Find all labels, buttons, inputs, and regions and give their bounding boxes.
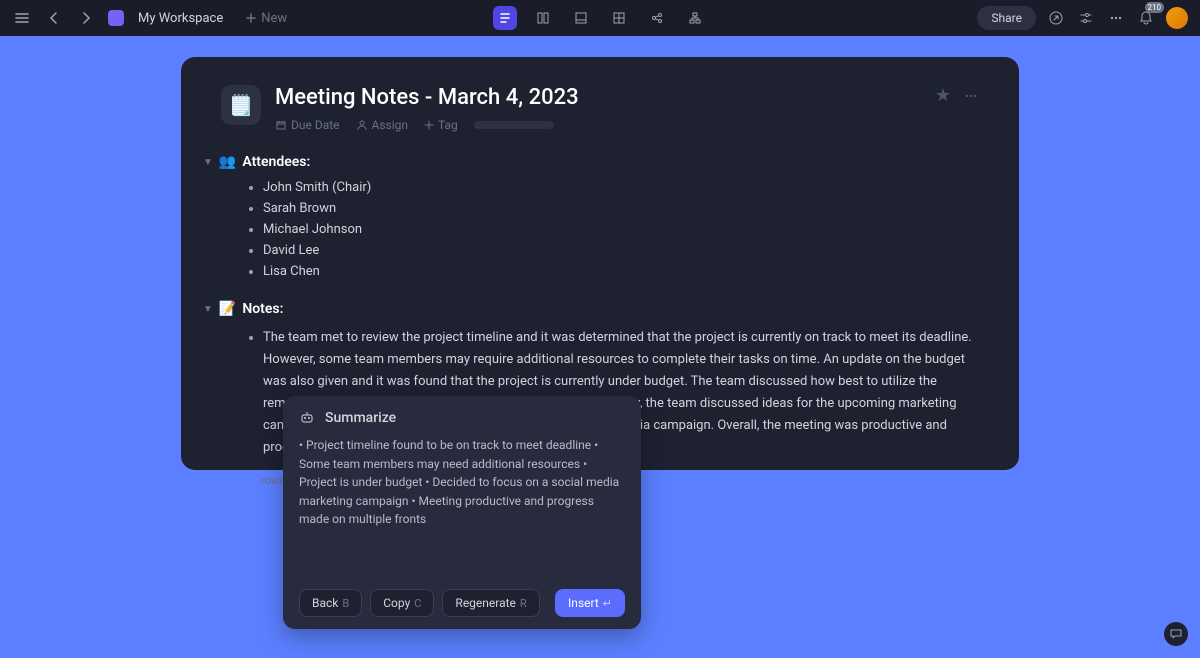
tag-button[interactable]: Tag <box>424 118 458 132</box>
list-item[interactable]: Lisa Chen <box>249 264 979 279</box>
share-network-icon[interactable] <box>645 6 669 30</box>
view-split-icon[interactable] <box>531 6 555 30</box>
meta-placeholder <box>474 121 554 129</box>
insert-key: ↵ <box>603 597 612 610</box>
notes-header[interactable]: ▼ 📝 Notes: <box>203 301 979 317</box>
star-icon[interactable]: ★ <box>935 85 951 106</box>
bullet-icon <box>249 336 253 340</box>
regenerate-button[interactable]: Regenerate R <box>442 589 539 617</box>
robot-icon <box>299 410 315 426</box>
list-item[interactable]: Sarah Brown <box>249 201 979 216</box>
view-grid-icon[interactable] <box>607 6 631 30</box>
topbar-left: My Workspace New <box>12 8 287 28</box>
bullet-icon <box>249 186 253 190</box>
bullet-icon <box>249 207 253 211</box>
attendee-name: David Lee <box>263 243 319 258</box>
menu-icon[interactable] <box>12 8 32 28</box>
bullet-icon <box>249 249 253 253</box>
list-item[interactable]: David Lee <box>249 243 979 258</box>
list-item[interactable]: John Smith (Chair) <box>249 180 979 195</box>
doc-title[interactable]: Meeting Notes - March 4, 2023 <box>275 85 921 110</box>
attendee-list: John Smith (Chair) Sarah Brown Michael J… <box>249 180 979 279</box>
back-button[interactable]: Back B <box>299 589 362 617</box>
topbar: My Workspace New Share <box>0 0 1200 36</box>
copy-label: Copy <box>383 596 410 610</box>
chat-icon[interactable] <box>1164 622 1188 646</box>
share-button[interactable]: Share <box>977 6 1036 30</box>
doc-more-icon[interactable] <box>963 88 979 104</box>
back-icon[interactable] <box>44 8 64 28</box>
list-item[interactable]: Michael Johnson <box>249 222 979 237</box>
send-icon[interactable] <box>1046 8 1066 28</box>
back-label: Back <box>312 596 338 610</box>
hierarchy-icon[interactable] <box>683 6 707 30</box>
view-doc-icon[interactable] <box>493 6 517 30</box>
ai-body: • Project timeline found to be on track … <box>299 436 625 589</box>
chevron-down-icon: ▼ <box>203 304 213 315</box>
assign-label: Assign <box>372 118 409 132</box>
more-icon[interactable] <box>1106 8 1126 28</box>
workspace-badge <box>108 10 124 26</box>
attendees-icon: 👥 <box>219 154 236 170</box>
bullet-icon <box>249 270 253 274</box>
notification-count: 210 <box>1145 2 1165 13</box>
doc-actions: ★ <box>935 85 979 106</box>
notes-icon: 📝 <box>219 301 236 317</box>
settings-icon[interactable] <box>1076 8 1096 28</box>
avatar[interactable] <box>1166 7 1188 29</box>
ai-header: Summarize <box>299 410 625 436</box>
new-button[interactable]: New <box>245 11 287 26</box>
assign-button[interactable]: Assign <box>356 118 409 132</box>
attendees-section: ▼ 👥 Attendees: John Smith (Chair) Sarah … <box>221 154 979 279</box>
notes-label: Notes: <box>242 301 283 317</box>
due-date-button[interactable]: Due Date <box>275 118 340 132</box>
view-panel-icon[interactable] <box>569 6 593 30</box>
regenerate-key: R <box>520 597 527 610</box>
insert-button[interactable]: Insert ↵ <box>555 589 625 617</box>
attendees-header[interactable]: ▼ 👥 Attendees: <box>203 154 979 170</box>
workspace-name[interactable]: My Workspace <box>138 11 223 26</box>
topbar-center <box>493 6 707 30</box>
copy-button[interactable]: Copy C <box>370 589 434 617</box>
ai-panel: Summarize • Project timeline found to be… <box>283 396 641 629</box>
new-label: New <box>261 11 287 26</box>
attendees-label: Attendees: <box>242 154 310 170</box>
tag-label: Tag <box>438 118 458 132</box>
forward-icon[interactable] <box>76 8 96 28</box>
ai-actions: Back B Copy C Regenerate R Insert ↵ <box>299 589 625 617</box>
back-key: B <box>342 597 349 610</box>
insert-label: Insert <box>568 596 599 610</box>
doc-meta: Due Date Assign Tag <box>275 118 921 132</box>
ai-title: Summarize <box>325 410 396 426</box>
attendee-name: John Smith (Chair) <box>263 180 371 195</box>
doc-icon: 🗒️ <box>221 85 261 125</box>
regenerate-label: Regenerate <box>455 596 516 610</box>
due-date-label: Due Date <box>291 118 340 132</box>
bullet-icon <box>249 228 253 232</box>
attendee-name: Michael Johnson <box>263 222 362 237</box>
attendee-name: Lisa Chen <box>263 264 320 279</box>
topbar-right: Share 210 <box>977 6 1188 30</box>
notification-icon[interactable]: 210 <box>1136 8 1156 28</box>
attendee-name: Sarah Brown <box>263 201 336 216</box>
chevron-down-icon: ▼ <box>203 157 213 168</box>
doc-header: 🗒️ Meeting Notes - March 4, 2023 Due Dat… <box>221 85 979 132</box>
copy-key: C <box>414 597 421 610</box>
